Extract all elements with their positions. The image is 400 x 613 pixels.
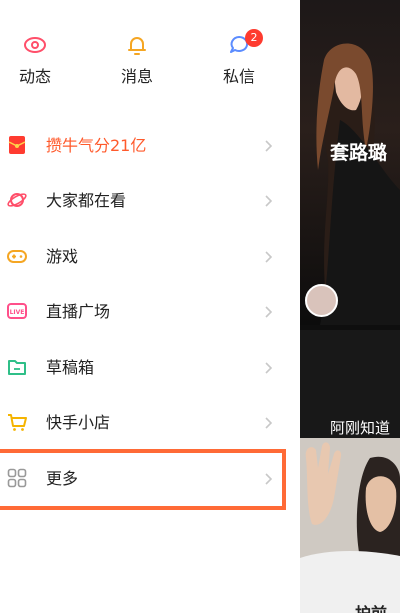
top-actions: 动态 消息 2 私信 bbox=[0, 29, 300, 92]
folder-icon bbox=[8, 360, 26, 375]
video-feed[interactable]: 套路璐 阿刚知道 护前 bbox=[300, 0, 400, 613]
planet-icon bbox=[7, 193, 27, 207]
private-message-label: 私信 bbox=[222, 67, 255, 86]
menu-item-red-envelope[interactable]: 攒牛气分21亿 bbox=[0, 124, 300, 168]
video-caption-bottom: 护前 bbox=[355, 600, 387, 613]
menu-item-games[interactable]: 游戏 bbox=[0, 235, 300, 279]
menu-item-label: 草稿箱 bbox=[46, 358, 95, 377]
video-card[interactable]: 套路璐 bbox=[300, 0, 400, 325]
private-message-button[interactable]: 2 私信 bbox=[204, 29, 274, 86]
avatar[interactable] bbox=[305, 284, 338, 317]
messages-label: 消息 bbox=[120, 67, 153, 86]
menu-item-label: 大家都在看 bbox=[46, 191, 127, 210]
live-icon: LIVE bbox=[7, 303, 27, 319]
chevron-right-icon bbox=[265, 362, 273, 374]
unread-badge: 2 bbox=[245, 29, 263, 47]
chevron-right-icon bbox=[265, 195, 273, 207]
chevron-right-icon bbox=[265, 251, 273, 263]
video-thumbnail bbox=[300, 438, 400, 613]
side-drawer: 动态 消息 2 私信 攒牛气分21亿 大家都在看 游戏 LIVE 直播广场 草稿… bbox=[0, 0, 300, 613]
feed-activity-button[interactable]: 动态 bbox=[0, 32, 70, 86]
menu-item-label: 游戏 bbox=[46, 247, 79, 266]
shopping-cart-icon bbox=[8, 414, 27, 431]
menu-item-label: 攒牛气分21亿 bbox=[46, 136, 147, 155]
red-envelope-icon bbox=[8, 136, 26, 154]
video-caption: 阿刚知道 bbox=[330, 419, 391, 437]
menu-item-kuaishou-shop[interactable]: 快手小店 bbox=[0, 401, 300, 445]
eye-icon bbox=[24, 37, 46, 53]
chevron-right-icon bbox=[265, 140, 273, 152]
menu-item-label: 直播广场 bbox=[46, 302, 111, 321]
menu-item-trending[interactable]: 大家都在看 bbox=[0, 179, 300, 223]
menu-item-live-square[interactable]: LIVE 直播广场 bbox=[0, 290, 300, 334]
gamepad-icon bbox=[7, 250, 27, 263]
chevron-right-icon bbox=[265, 417, 273, 429]
messages-button[interactable]: 消息 bbox=[102, 32, 172, 86]
feed-activity-label: 动态 bbox=[18, 67, 51, 86]
svg-text:LIVE: LIVE bbox=[10, 309, 25, 316]
menu-item-label: 快手小店 bbox=[46, 413, 111, 432]
chevron-right-icon bbox=[265, 306, 273, 318]
video-caption: 套路璐 bbox=[330, 142, 388, 164]
menu-item-drafts[interactable]: 草稿箱 bbox=[0, 346, 300, 390]
highlight-frame bbox=[0, 449, 286, 510]
bell-icon bbox=[128, 37, 146, 55]
video-card[interactable]: 阿刚知道 护前 bbox=[300, 330, 400, 613]
